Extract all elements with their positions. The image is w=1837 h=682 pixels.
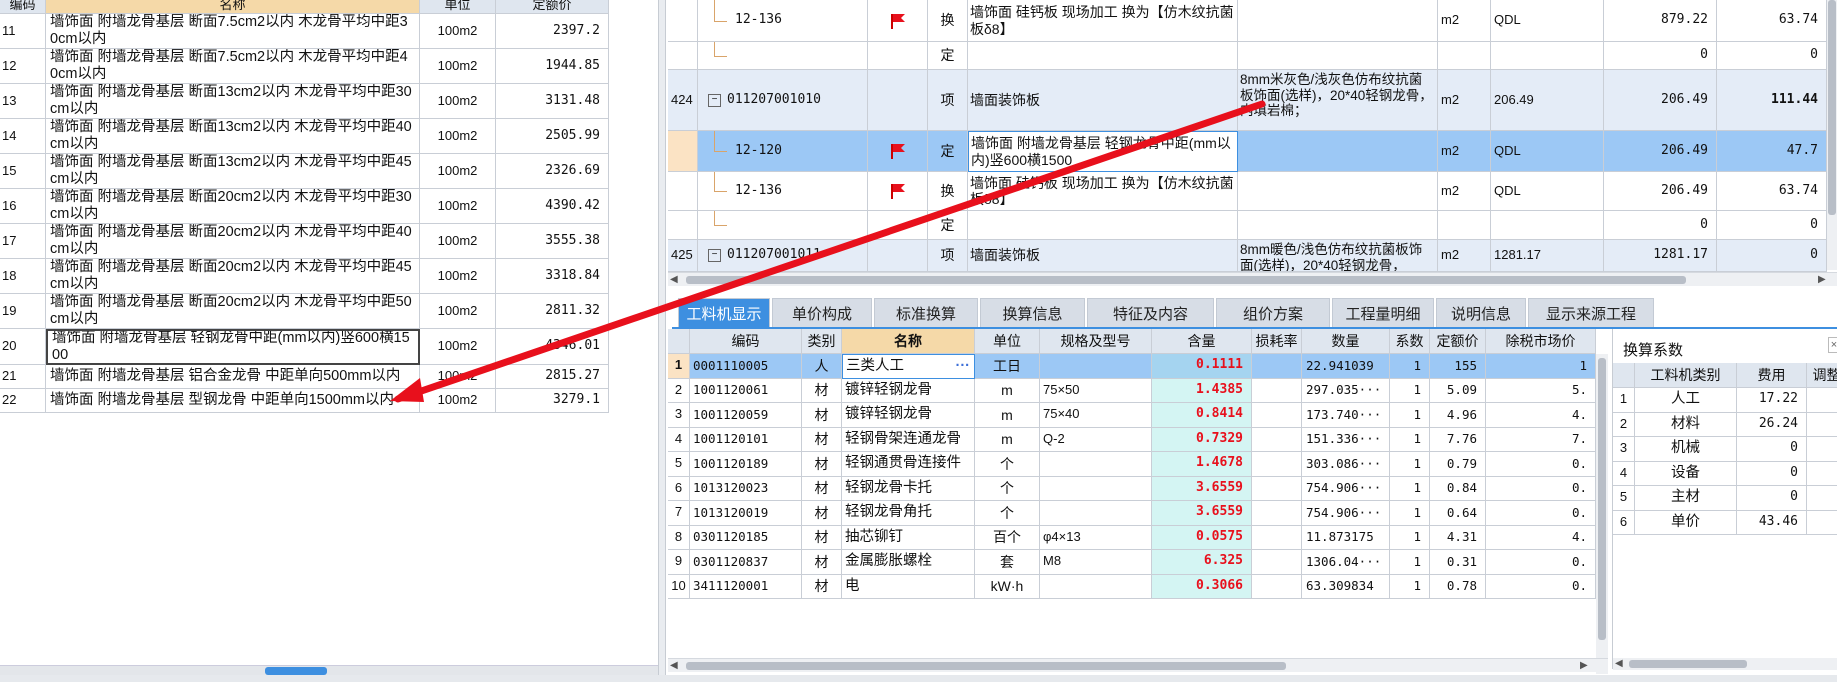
arrow-line: [394, 100, 1266, 403]
arrow-head-icon: [390, 378, 424, 402]
annotation-arrow: [390, 100, 1266, 403]
